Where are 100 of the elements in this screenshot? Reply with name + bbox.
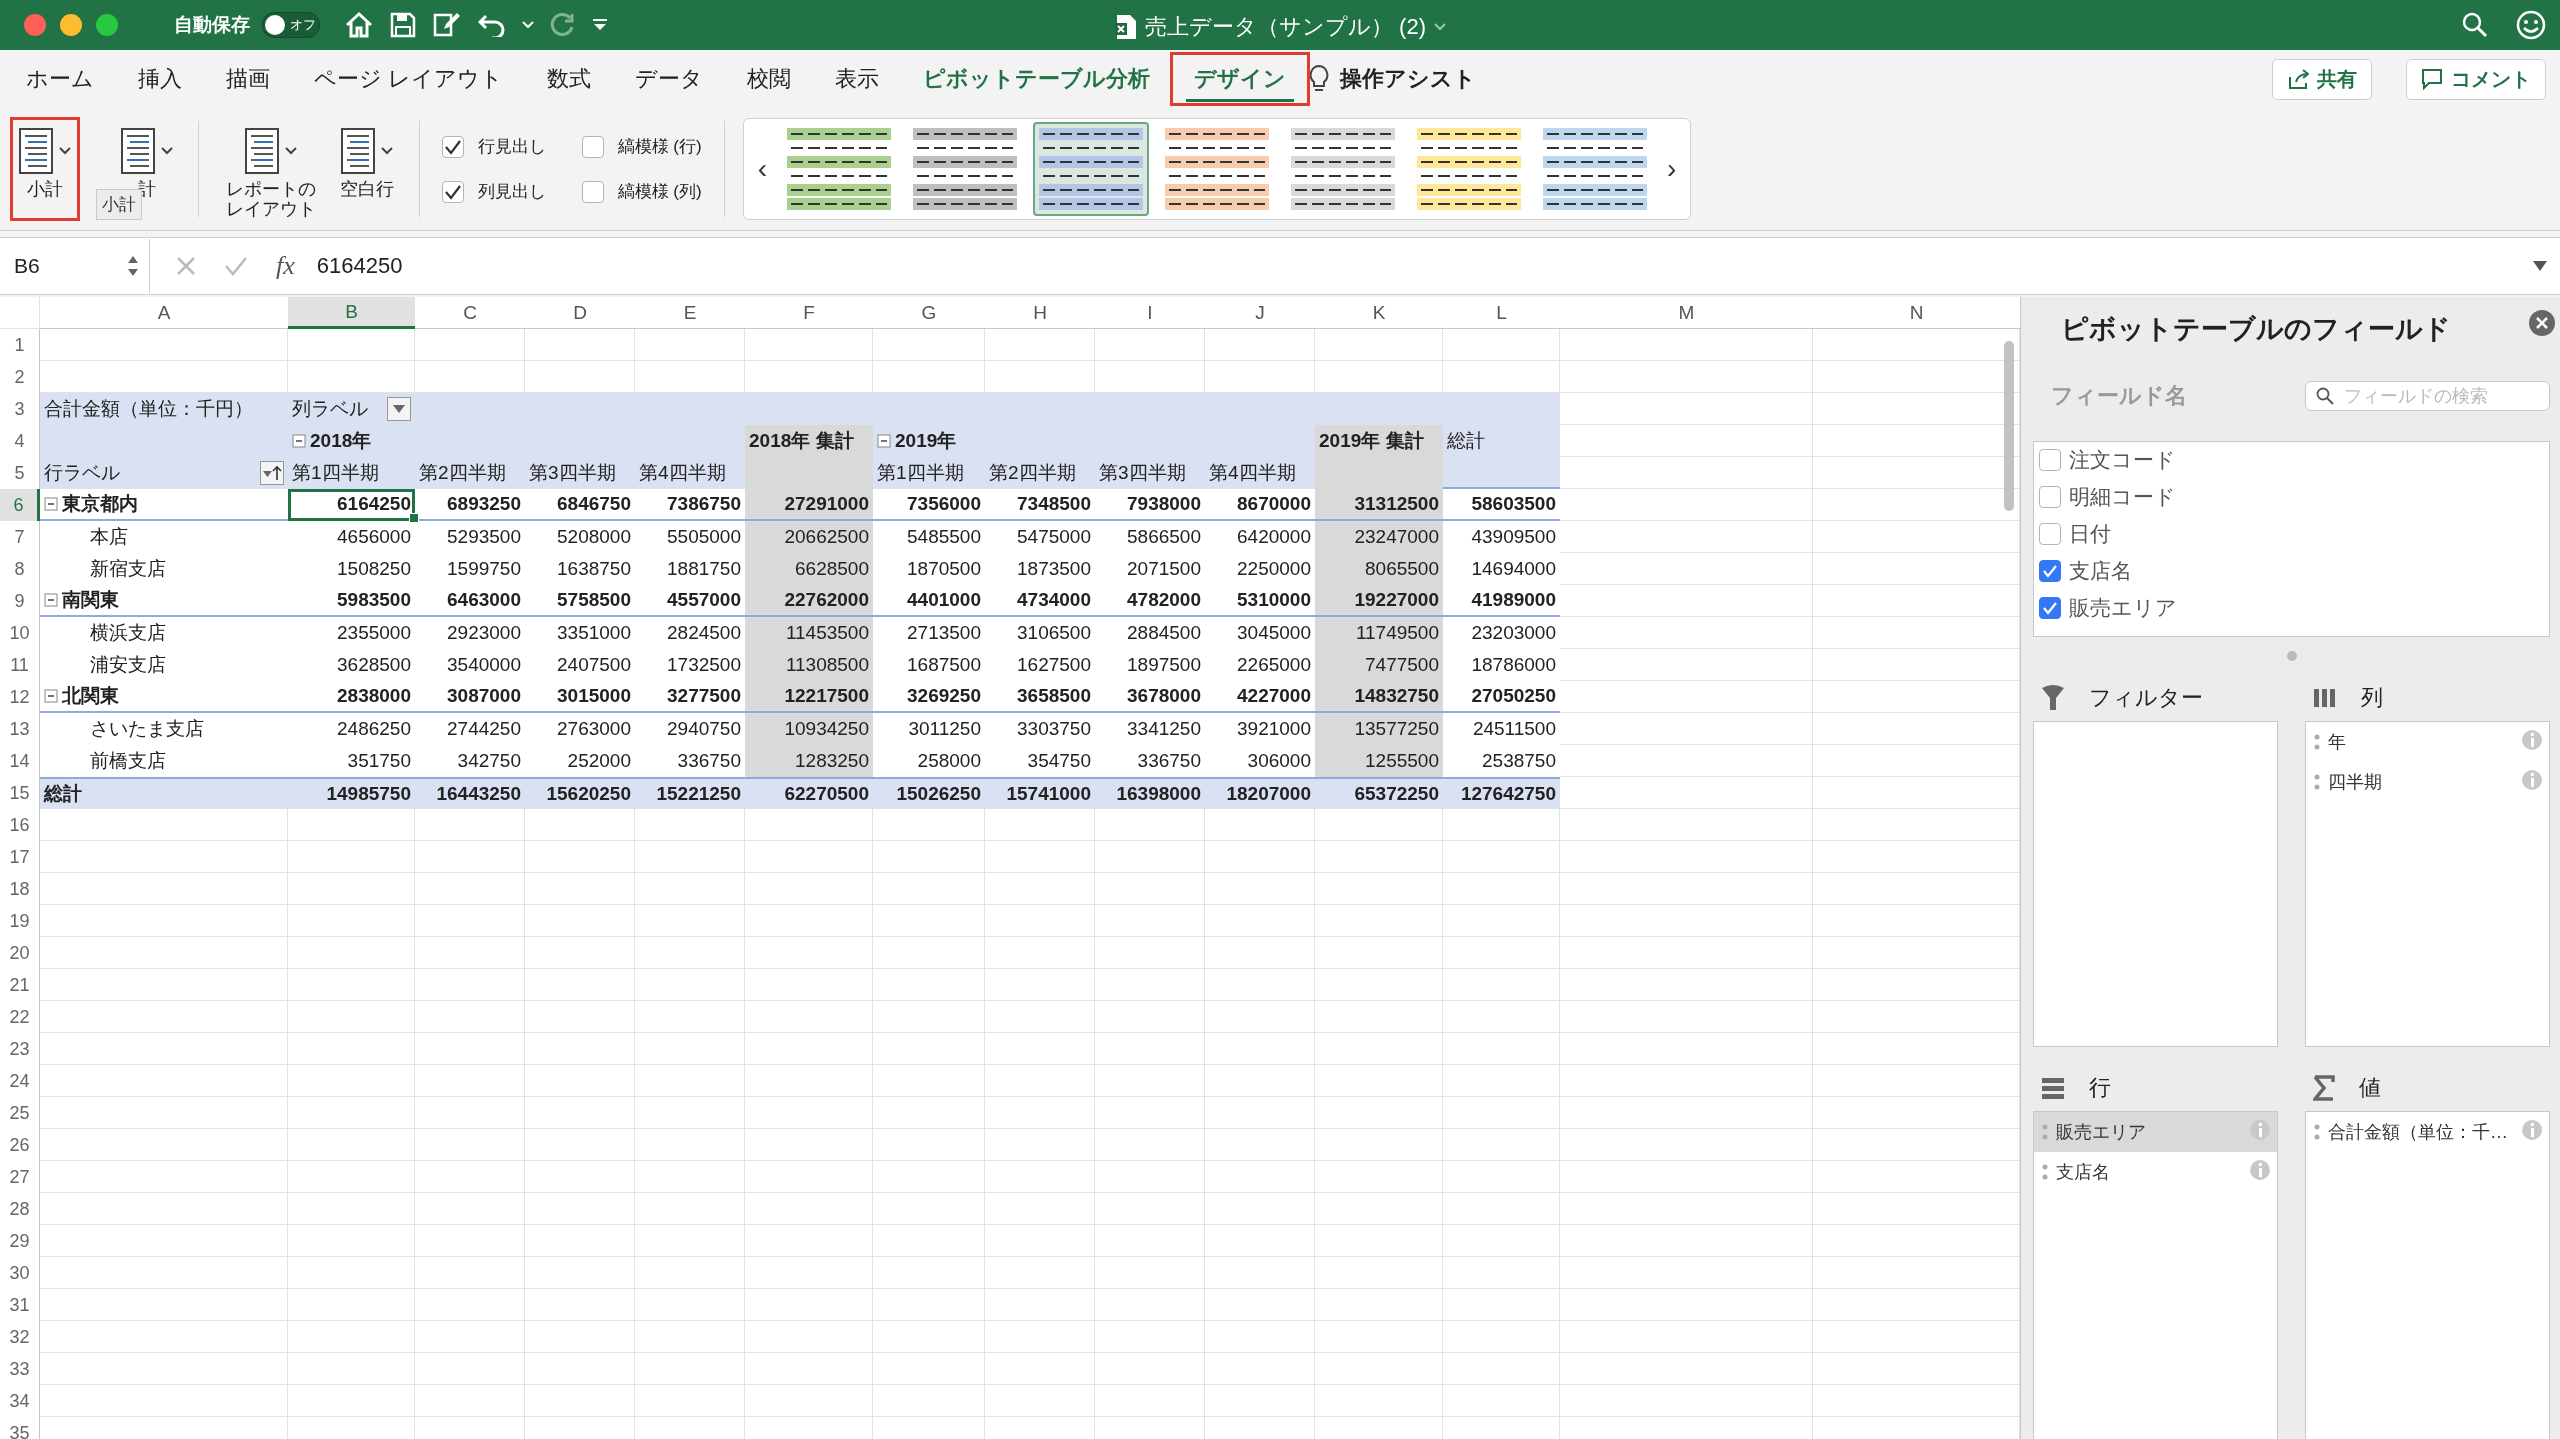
sort-filter-button[interactable] — [260, 461, 284, 485]
ribbon-tab[interactable]: 描画 — [204, 54, 292, 104]
insert-function-button[interactable]: fx — [276, 251, 295, 281]
field-checkbox[interactable]: 明細コード — [2039, 483, 2549, 511]
resize-handle[interactable] — [2286, 651, 2297, 661]
option-checkbox[interactable]: 縞模様 (行) — [575, 134, 708, 159]
row-header[interactable]: 12 — [0, 681, 40, 713]
column-header[interactable]: I — [1095, 297, 1205, 329]
row-header[interactable]: 3 — [0, 393, 40, 425]
column-header[interactable]: A — [40, 297, 288, 329]
ribbon-tab[interactable]: 挿入 — [116, 54, 204, 104]
filter-button[interactable] — [387, 397, 411, 421]
row-header[interactable]: 30 — [0, 1257, 40, 1289]
ribbon-tab[interactable]: 数式 — [525, 54, 614, 104]
collapse-icon[interactable] — [44, 689, 58, 703]
row-header[interactable]: 6 — [0, 489, 40, 521]
collapse-icon[interactable] — [44, 497, 58, 511]
column-header[interactable]: N — [1813, 297, 2020, 329]
collapse-icon[interactable] — [877, 434, 891, 448]
row-header[interactable]: 13 — [0, 713, 40, 745]
row-header[interactable]: 29 — [0, 1225, 40, 1257]
name-box[interactable]: B6 — [0, 239, 150, 293]
checkbox[interactable] — [2039, 560, 2061, 582]
row-header[interactable]: 5 — [0, 457, 40, 489]
minimize-button[interactable] — [60, 14, 82, 36]
row-header[interactable]: 4 — [0, 425, 40, 457]
row-header[interactable]: 9 — [0, 585, 40, 617]
ribbon-tab[interactable]: デザイン — [1172, 54, 1309, 104]
option-checkbox[interactable]: 縞模様 (列) — [575, 179, 708, 204]
scrollbar[interactable] — [2004, 341, 2014, 511]
drop-area[interactable]: 販売エリア 支店名 — [2033, 1111, 2278, 1439]
row-header[interactable]: 1 — [0, 329, 40, 361]
column-header[interactable]: M — [1560, 297, 1813, 329]
table-style-option[interactable] — [1032, 122, 1149, 216]
collapse-icon[interactable] — [292, 434, 306, 448]
ribbon-tab[interactable]: ピボットテーブル分析 — [901, 54, 1173, 104]
drop-area[interactable]: 合計金額（単位：千… — [2305, 1111, 2550, 1439]
row-header[interactable]: 7 — [0, 521, 40, 553]
formula-field[interactable]: 6164250 — [316, 253, 2532, 279]
row-header[interactable]: 25 — [0, 1097, 40, 1129]
row-header[interactable]: 33 — [0, 1353, 40, 1385]
search-field[interactable]: フィールドの検索 — [2305, 381, 2550, 411]
column-header[interactable]: F — [745, 297, 873, 329]
autosave-toggle[interactable]: オフ — [262, 12, 320, 38]
row-header[interactable]: 14 — [0, 745, 40, 777]
option-checkbox[interactable]: 列見出し — [435, 179, 552, 204]
checkbox[interactable] — [2039, 597, 2061, 619]
field-checkbox[interactable]: 日付 — [2039, 520, 2549, 548]
checkbox[interactable] — [2039, 449, 2061, 471]
ribbon-button[interactable]: 小計 — [10, 117, 80, 221]
row-header[interactable]: 2 — [0, 361, 40, 393]
area-field[interactable]: 年 — [2306, 722, 2549, 762]
column-header[interactable]: L — [1443, 297, 1560, 329]
share-button[interactable]: 共有 — [2272, 58, 2372, 100]
row-header[interactable]: 16 — [0, 809, 40, 841]
previous-button[interactable]: ‹ — [753, 153, 771, 185]
ribbon-button[interactable]: レポートのレイアウト — [215, 117, 327, 221]
area-field[interactable]: 四半期 — [2306, 762, 2549, 802]
checkbox[interactable] — [441, 135, 464, 158]
field-checkbox[interactable]: 注文コード — [2039, 446, 2549, 474]
row-header[interactable]: 23 — [0, 1033, 40, 1065]
comment-button[interactable]: コメント — [2406, 58, 2546, 100]
checkbox[interactable] — [2039, 523, 2061, 545]
row-header[interactable]: 34 — [0, 1385, 40, 1417]
fill-handle[interactable] — [409, 513, 419, 523]
drop-area[interactable]: 年 四半期 — [2305, 721, 2550, 1047]
column-header[interactable]: H — [985, 297, 1095, 329]
row-header[interactable]: 24 — [0, 1065, 40, 1097]
row-header[interactable]: 19 — [0, 905, 40, 937]
collapse-icon[interactable] — [44, 593, 58, 607]
column-header[interactable]: C — [415, 297, 525, 329]
row-header[interactable]: 18 — [0, 873, 40, 905]
tell-me-label[interactable]: 操作アシスト — [1340, 64, 1477, 94]
ribbon-tab[interactable]: ホーム — [4, 54, 116, 104]
column-header[interactable]: E — [635, 297, 745, 329]
row-header[interactable]: 31 — [0, 1289, 40, 1321]
row-header[interactable]: 10 — [0, 617, 40, 649]
ribbon-tab[interactable]: 表示 — [813, 54, 902, 104]
column-header[interactable]: K — [1315, 297, 1443, 329]
checkbox[interactable] — [2039, 486, 2061, 508]
column-header[interactable]: B — [288, 297, 415, 329]
row-header[interactable]: 15 — [0, 777, 40, 809]
row-header[interactable]: 21 — [0, 969, 40, 1001]
row-header[interactable]: 28 — [0, 1193, 40, 1225]
row-header[interactable]: 20 — [0, 937, 40, 969]
ribbon-tab[interactable]: データ — [613, 54, 726, 104]
area-field[interactable]: 合計金額（単位：千… — [2306, 1112, 2549, 1152]
column-header[interactable]: D — [525, 297, 635, 329]
row-header[interactable]: 8 — [0, 553, 40, 585]
row-header[interactable]: 22 — [0, 1001, 40, 1033]
checkbox[interactable] — [581, 180, 604, 203]
row-header[interactable]: 17 — [0, 841, 40, 873]
field-checkbox[interactable]: 支店名 — [2039, 557, 2549, 585]
field-checkbox[interactable]: 販売エリア — [2039, 594, 2549, 622]
next-button[interactable]: › — [1662, 153, 1681, 185]
ribbon-tab[interactable]: ページ レイアウト — [292, 54, 526, 104]
checkbox[interactable] — [581, 135, 604, 158]
column-header[interactable]: G — [873, 297, 985, 329]
row-header[interactable]: 27 — [0, 1161, 40, 1193]
checkbox[interactable] — [441, 180, 464, 203]
